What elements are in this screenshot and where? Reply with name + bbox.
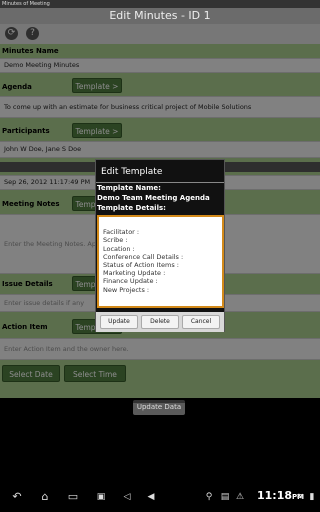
details-line <box>103 220 218 228</box>
template-details-label: Template Details: <box>97 204 166 212</box>
details-line: Scribe : <box>103 236 128 245</box>
notification-icon: ⚠ <box>235 492 245 502</box>
details-line: Status of Action Items : <box>103 260 179 269</box>
details-line: Facilitator : <box>103 228 140 237</box>
delete-button[interactable]: Delete <box>141 315 179 329</box>
sd-card-icon: ▤ <box>220 492 230 502</box>
update-button[interactable]: Update <box>100 315 138 329</box>
battery-icon: ▮ <box>309 492 315 502</box>
clock-time: 11:18 <box>257 489 293 502</box>
volume-up-icon[interactable]: ◀ <box>144 491 158 503</box>
volume-down-icon[interactable]: ◁ <box>120 491 134 503</box>
page-title: Edit Minutes - ID 1 <box>0 8 320 24</box>
screenshot-icon[interactable]: ▣ <box>94 491 108 503</box>
home-icon[interactable]: ⌂ <box>36 491 54 503</box>
recent-apps-icon[interactable]: ▭ <box>64 491 82 503</box>
template-details-textarea[interactable]: Facilitator : Scribe : Location : Confer… <box>97 215 224 308</box>
details-line: Marketing Update : <box>103 269 166 278</box>
usb-icon: ⚲ <box>205 492 213 502</box>
wifi-icon: ≋ <box>296 492 304 502</box>
dialog-actions: Update Delete Cancel <box>96 312 224 332</box>
template-name-value[interactable]: Demo Team Meeting Agenda <box>97 194 210 202</box>
system-nav-bar: ↶ ⌂ ▭ ▣ ◁ ◀ ⚲ ▤ ⚠ 11:18PM ≋ ▮ <box>0 482 320 512</box>
cancel-button[interactable]: Cancel <box>182 315 220 329</box>
details-line: Finance Update : <box>103 277 158 286</box>
template-name-label: Template Name: <box>97 184 161 192</box>
back-icon[interactable]: ↶ <box>8 491 26 503</box>
dialog-separator <box>96 182 224 183</box>
details-line: Location : <box>103 244 135 253</box>
details-line: Conference Call Details : <box>103 252 184 261</box>
details-line: New Projects : <box>103 285 150 294</box>
edit-template-dialog: Edit Template Template Name: Demo Team M… <box>95 159 225 332</box>
dialog-title: Edit Template <box>101 167 163 177</box>
app-name-bar: Minutes of Meeting <box>0 0 320 8</box>
